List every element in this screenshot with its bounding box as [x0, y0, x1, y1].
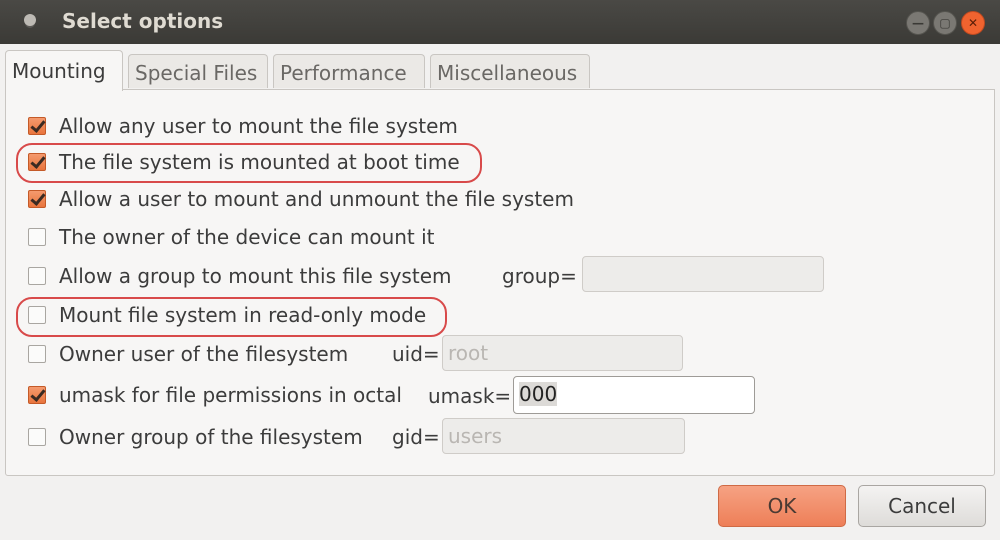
close-icon: ✕: [967, 16, 979, 30]
option-label: Allow a user to mount and unmount the fi…: [59, 187, 574, 211]
checkbox[interactable]: [28, 345, 46, 363]
group-input[interactable]: [582, 256, 824, 292]
option-umask[interactable]: umask for file permissions in octal: [28, 380, 402, 410]
option-allow-any-user[interactable]: Allow any user to mount the file system: [28, 111, 458, 141]
option-label: Owner user of the filesystem: [59, 342, 349, 366]
checkbox[interactable]: [28, 153, 46, 171]
group-label: group=: [502, 264, 577, 288]
option-owner-can-mount[interactable]: The owner of the device can mount it: [28, 222, 435, 252]
checkbox[interactable]: [28, 117, 46, 135]
gid-input[interactable]: users: [442, 418, 685, 454]
minimize-icon: —: [912, 16, 924, 30]
uid-input[interactable]: root: [442, 335, 683, 371]
option-label: Mount file system in read-only mode: [59, 303, 427, 327]
checkbox[interactable]: [28, 228, 46, 246]
option-mount-at-boot[interactable]: The file system is mounted at boot time: [28, 147, 460, 177]
title-bar: Select options — ▢ ✕: [0, 0, 1000, 44]
umask-label: umask=: [428, 384, 512, 408]
tab-mounting[interactable]: Mounting: [5, 50, 123, 91]
option-label: Allow a group to mount this file system: [59, 264, 452, 288]
option-label: The owner of the device can mount it: [59, 225, 435, 249]
window-title: Select options: [62, 9, 224, 33]
checkbox[interactable]: [28, 306, 46, 324]
app-icon: [24, 14, 36, 26]
checkbox[interactable]: [28, 190, 46, 208]
ok-button[interactable]: OK: [718, 485, 846, 527]
tab-miscellaneous[interactable]: Miscellaneous: [430, 54, 590, 88]
option-user-mount-unmount[interactable]: Allow a user to mount and unmount the fi…: [28, 184, 574, 214]
option-group-mount[interactable]: Allow a group to mount this file system: [28, 261, 451, 291]
option-read-only[interactable]: Mount file system in read-only mode: [28, 300, 426, 330]
checkbox[interactable]: [28, 386, 46, 404]
cancel-button[interactable]: Cancel: [858, 485, 986, 527]
option-label: Allow any user to mount the file system: [59, 114, 458, 138]
maximize-button[interactable]: ▢: [933, 11, 957, 35]
option-label: The file system is mounted at boot time: [59, 150, 460, 174]
close-button[interactable]: ✕: [961, 11, 985, 35]
checkbox[interactable]: [28, 267, 46, 285]
tab-special-files[interactable]: Special Files: [128, 54, 268, 88]
option-label: umask for file permissions in octal: [59, 383, 402, 407]
umask-input[interactable]: 000: [513, 376, 755, 414]
uid-label: uid=: [392, 342, 440, 366]
option-owner-user[interactable]: Owner user of the filesystem: [28, 339, 348, 369]
option-owner-group[interactable]: Owner group of the filesystem: [28, 422, 363, 452]
checkbox[interactable]: [28, 428, 46, 446]
minimize-button[interactable]: —: [906, 11, 930, 35]
gid-label: gid=: [392, 425, 440, 449]
tab-performance[interactable]: Performance: [273, 54, 425, 88]
option-label: Owner group of the filesystem: [59, 425, 363, 449]
maximize-icon: ▢: [939, 16, 951, 30]
